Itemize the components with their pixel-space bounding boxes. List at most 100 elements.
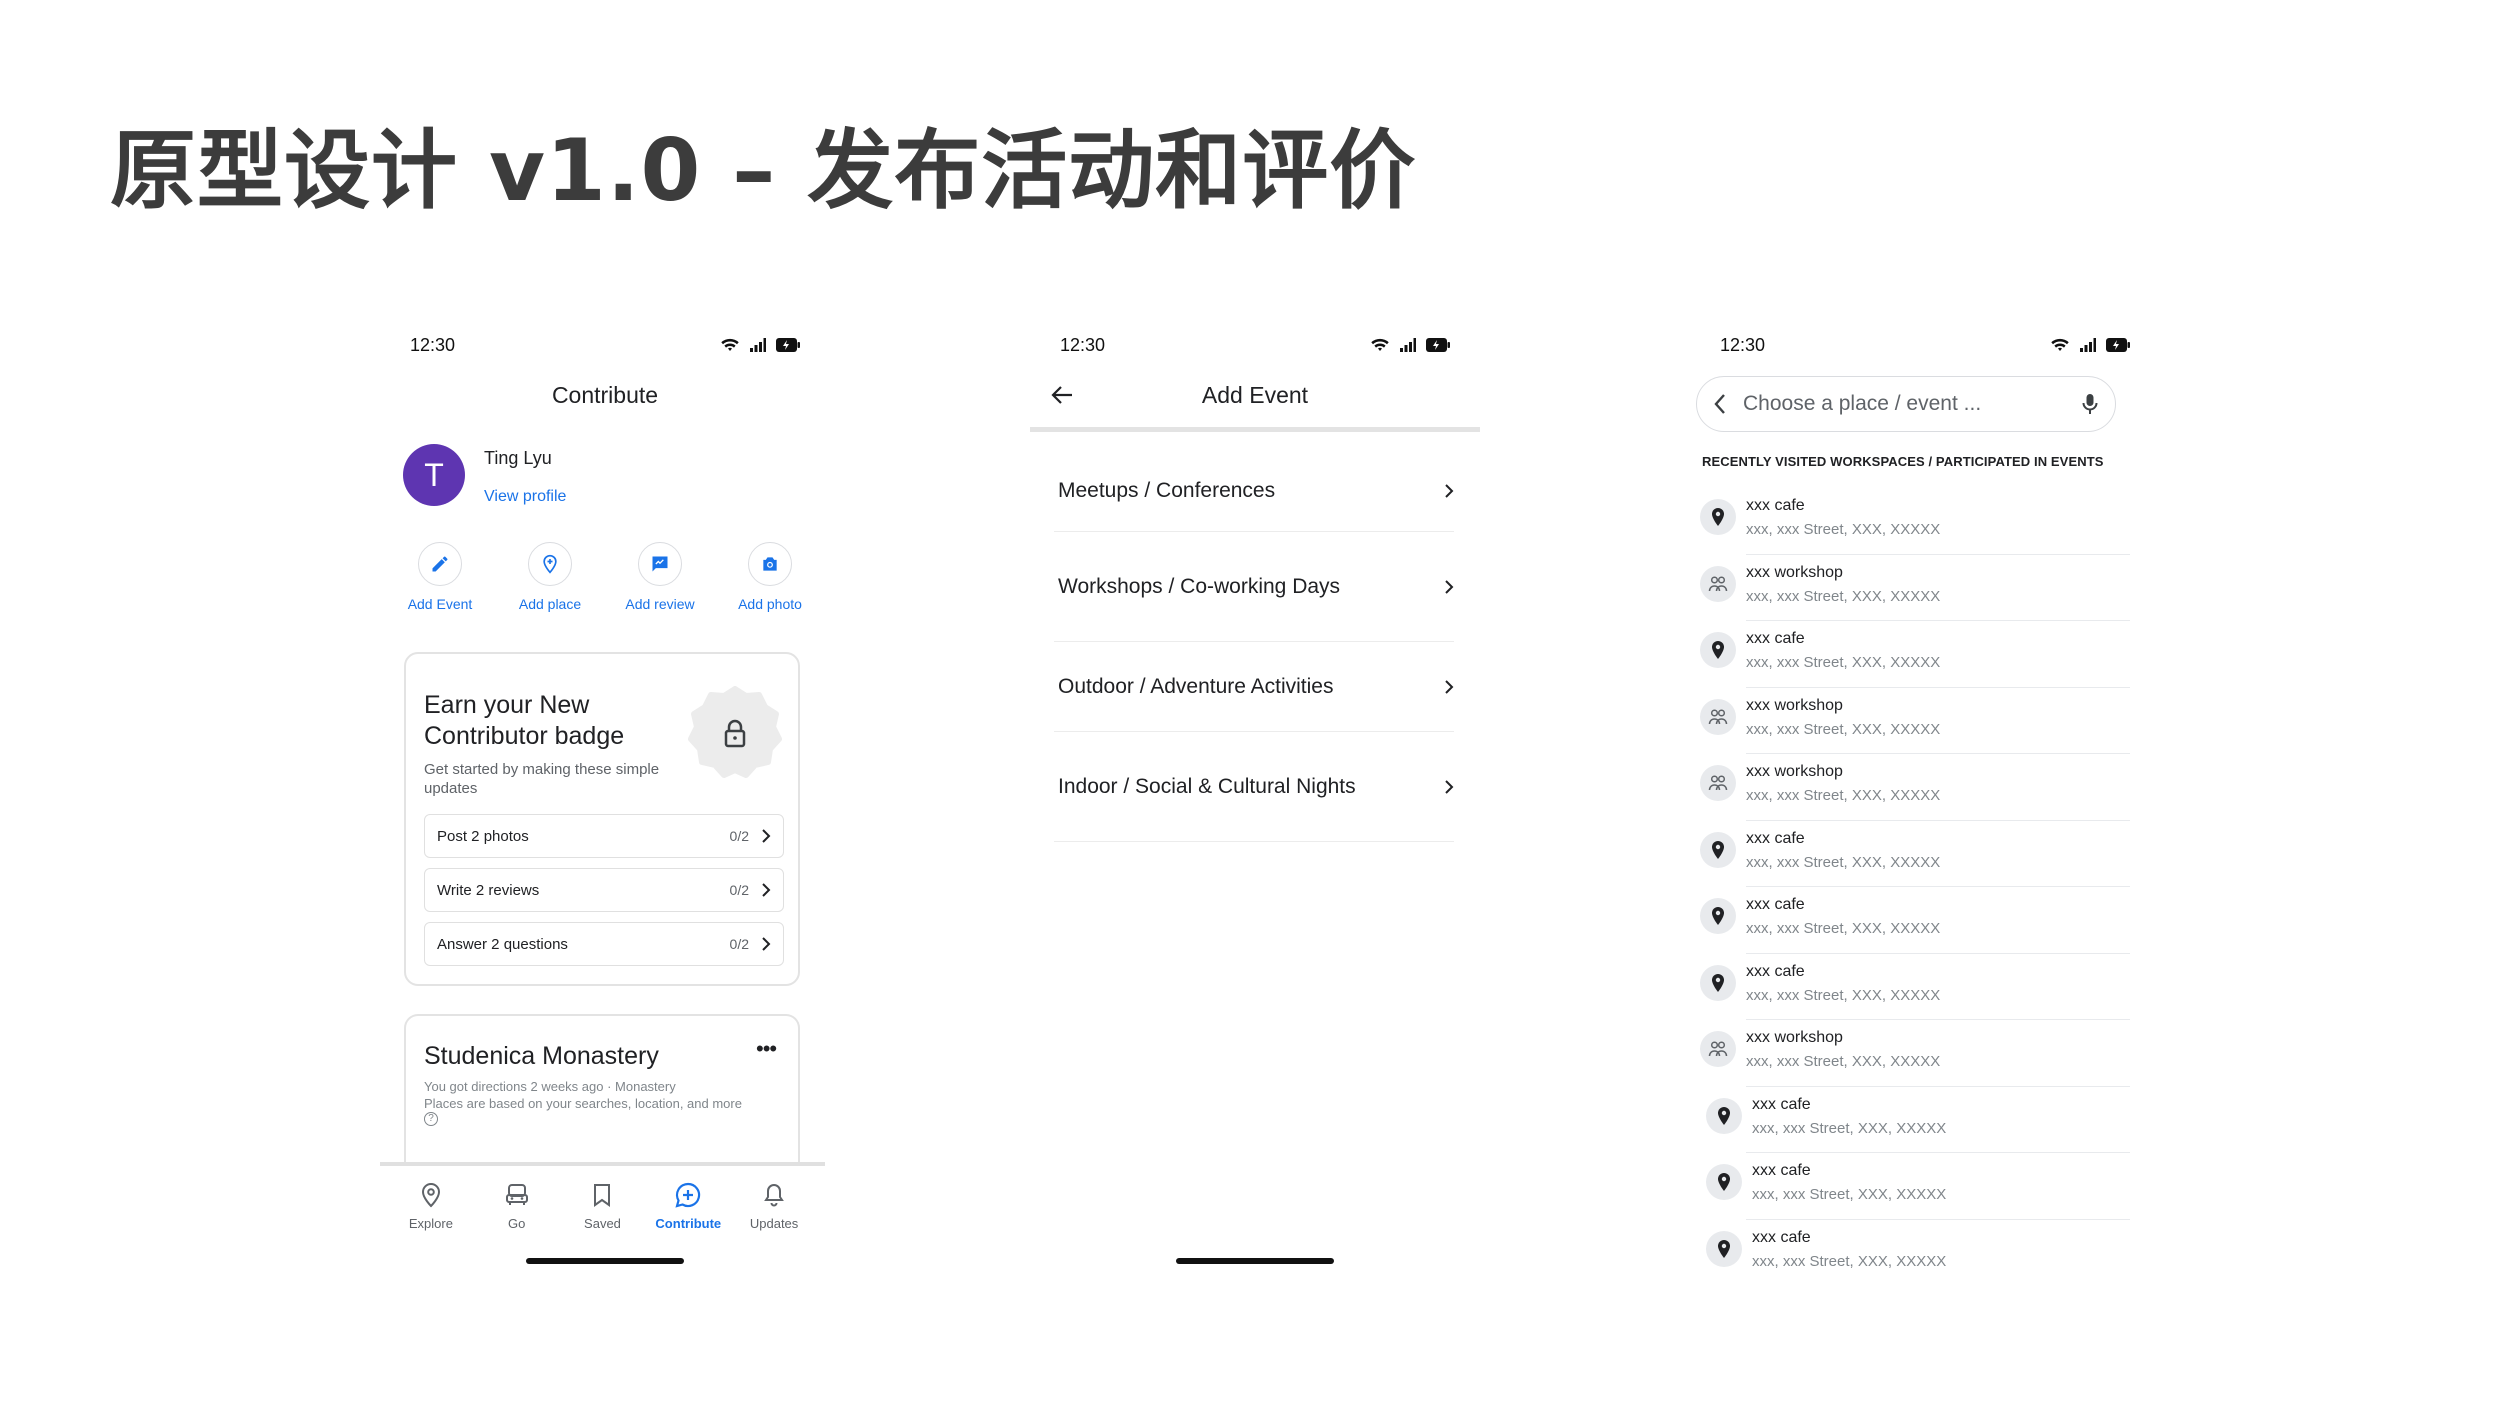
place-title: Studenica Monastery [424, 1042, 659, 1070]
place-name: xxx cafe [1746, 896, 1805, 913]
status-bar: 12:30 [1720, 330, 2130, 360]
signal-icon [2080, 338, 2096, 352]
page-title: Contribute [551, 382, 659, 408]
people-icon [1708, 1041, 1728, 1057]
nav-go[interactable]: Go [477, 1182, 557, 1280]
wifi-icon [2051, 338, 2069, 351]
nav-saved[interactable]: Saved [562, 1182, 642, 1280]
list-item[interactable]: xxx cafe xxx, xxx Street, XXX, XXXXX [1698, 1087, 2130, 1153]
nav-updates-label: Updates [749, 1216, 799, 1231]
place-meta-line2: Places are based on your searches, locat… [424, 1096, 742, 1111]
category-indoor[interactable]: Indoor / Social & Cultural Nights [1054, 732, 1454, 842]
place-name: xxx cafe [1746, 962, 1805, 980]
chevron-right-icon [1445, 679, 1454, 694]
chevron-left-icon[interactable] [1713, 393, 1727, 415]
nav-contribute-label: Contribute [655, 1216, 722, 1231]
place-address: xxx, xxx Street, XXX, XXXXX [1752, 1119, 1947, 1137]
list-item[interactable]: xxx cafe xxx, xxx Street, XXX, XXXXX [1698, 1153, 2130, 1220]
people-icon [1708, 775, 1728, 791]
view-profile-link[interactable]: View profile [484, 488, 566, 506]
place-name: xxx workshop [1746, 563, 1843, 581]
task-progress: 0/2 [729, 936, 749, 952]
list-item[interactable]: xxx cafe xxx, xxx Street, XXX, XXXXX [1698, 488, 2130, 555]
chevron-right-icon [1445, 779, 1454, 794]
page-title: Add Event [1201, 382, 1309, 408]
place-address: xxx, xxx Street, XXX, XXXXX [1746, 986, 1941, 1004]
battery-icon [1426, 338, 1450, 352]
pin-icon [1712, 973, 1724, 992]
pin-icon [1718, 1239, 1730, 1258]
microphone-icon[interactable] [2081, 392, 2099, 416]
category-label: Meetups / Conferences [1058, 478, 1276, 502]
section-heading: RECENTLY VISITED WORKSPACES / PARTICIPAT… [1702, 454, 2104, 469]
chevron-right-icon [762, 937, 771, 951]
avatar[interactable]: T [403, 444, 465, 506]
nav-updates[interactable]: Updates [734, 1182, 814, 1280]
category-workshops[interactable]: Workshops / Co-working Days [1054, 532, 1454, 642]
nav-explore-label: Explore [408, 1216, 453, 1231]
place-address: xxx, xxx Street, XXX, XXXXX [1746, 587, 1941, 605]
place-address: xxx, xxx Street, XXX, XXXXX [1746, 920, 1941, 937]
pin-icon [1718, 1173, 1730, 1191]
place-name: xxx workshop [1746, 1029, 1843, 1046]
list-item[interactable]: xxx cafe xxx, xxx Street, XXX, XXXXX [1698, 1220, 2130, 1287]
place-meta-line1: You got directions 2 weeks ago · Monaste… [424, 1079, 676, 1094]
add-place-button[interactable]: Add place [500, 542, 600, 612]
add-event-button[interactable]: Add Event [390, 542, 490, 612]
review-icon [652, 556, 668, 572]
status-time: 12:30 [410, 334, 456, 355]
place-address: xxx, xxx Street, XXX, XXXXX [1746, 654, 1941, 671]
pencil-icon [432, 556, 448, 572]
search-placeholder: Choose a place / event ... [1743, 392, 1982, 415]
search-input[interactable]: Choose a place / event ... [1696, 376, 2116, 432]
home-indicator[interactable] [1176, 1258, 1334, 1264]
help-icon[interactable]: ? [424, 1112, 438, 1126]
place-name: xxx cafe [1746, 497, 1805, 514]
task-write-reviews[interactable]: Write 2 reviews 0/2 [424, 868, 784, 912]
status-bar: 12:30 [410, 330, 800, 360]
badge-card-title: Earn your New Contributor badge [424, 691, 625, 750]
add-review-button[interactable]: Add review [610, 542, 710, 612]
add-photo-button[interactable]: Add photo [720, 542, 820, 612]
list-item[interactable]: xxx workshop xxx, xxx Street, XXX, XXXXX [1698, 688, 2130, 754]
nav-saved-label: Saved [584, 1216, 621, 1231]
task-label: Answer 2 questions [437, 935, 568, 953]
place-address: xxx, xxx Street, XXX, XXXXX [1752, 1186, 1947, 1203]
list-item[interactable]: xxx workshop xxx, xxx Street, XXX, XXXXX [1698, 1020, 2130, 1087]
nav-contribute[interactable]: Contribute [648, 1182, 728, 1280]
pin-icon [1712, 641, 1724, 659]
chevron-right-icon [762, 883, 771, 897]
chevron-right-icon [1445, 579, 1454, 594]
place-card[interactable]: Studenica Monastery ••• You got directio… [404, 1014, 800, 1184]
slide-title: 原型设计 v1.0 – 发布活动和评价 [110, 121, 1417, 221]
place-name: xxx cafe [1746, 630, 1805, 647]
camera-icon [763, 557, 777, 571]
nav-explore[interactable]: Explore [391, 1182, 471, 1280]
category-meetups[interactable]: Meetups / Conferences [1054, 450, 1454, 532]
task-label: Write 2 reviews [437, 881, 540, 899]
locked-badge-icon [688, 686, 782, 778]
add-event-label: Add Event [407, 596, 473, 612]
task-label: Post 2 photos [437, 827, 529, 845]
task-post-photos[interactable]: Post 2 photos 0/2 [424, 814, 784, 858]
pin-icon [1712, 840, 1724, 859]
battery-icon [776, 338, 800, 352]
recent-places-list: xxx cafe xxx, xxx Street, XXX, XXXXX xxx… [1698, 488, 2130, 1286]
wifi-icon [1371, 338, 1389, 351]
list-item[interactable]: xxx cafe xxx, xxx Street, XXX, XXXXX [1698, 954, 2130, 1020]
task-answer-questions[interactable]: Answer 2 questions 0/2 [424, 922, 784, 966]
list-item[interactable]: xxx workshop xxx, xxx Street, XXX, XXXXX [1698, 555, 2130, 621]
list-item[interactable]: xxx cafe xxx, xxx Street, XXX, XXXXX [1698, 621, 2130, 688]
place-name: xxx cafe [1752, 1228, 1811, 1246]
contribute-icon [675, 1182, 701, 1208]
category-outdoor[interactable]: Outdoor / Adventure Activities [1054, 642, 1454, 732]
home-indicator[interactable] [526, 1258, 684, 1264]
list-item[interactable]: xxx cafe xxx, xxx Street, XXX, XXXXX [1698, 887, 2130, 954]
add-photo-label: Add photo [738, 596, 802, 612]
badge-card-subtitle: Get started by making these simple updat… [424, 761, 660, 797]
list-item[interactable]: xxx cafe xxx, xxx Street, XXX, XXXXX [1698, 821, 2130, 887]
nav-go-label: Go [508, 1216, 526, 1231]
list-item[interactable]: xxx workshop xxx, xxx Street, XXX, XXXXX [1698, 754, 2130, 821]
more-options-icon[interactable]: ••• [756, 1036, 777, 1062]
place-name: xxx cafe [1746, 829, 1805, 847]
